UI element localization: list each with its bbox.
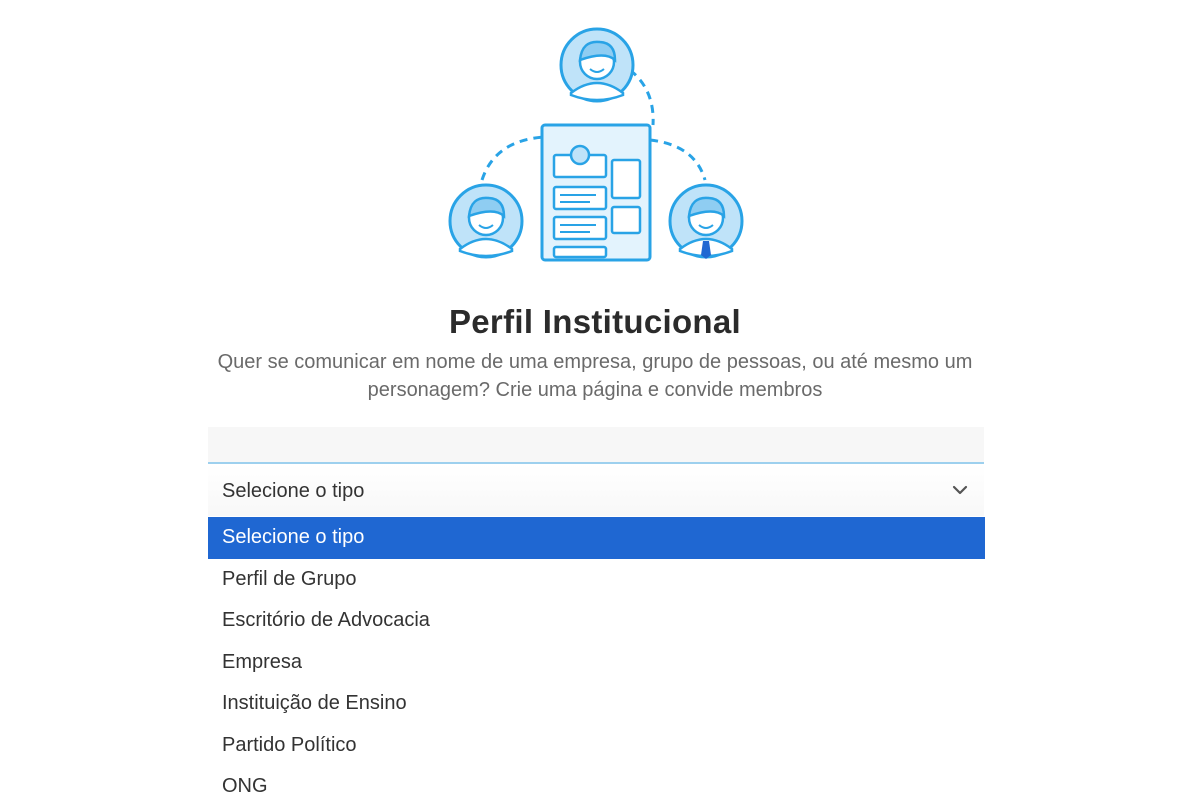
option-escritorio-de-advocacia[interactable]: Escritório de Advocacia	[208, 600, 985, 642]
option-empresa[interactable]: Empresa	[208, 642, 985, 684]
page-description: Quer se comunicar em nome de uma empresa…	[217, 351, 973, 401]
page: Perfil Institucional Quer se comunicar e…	[0, 0, 1200, 800]
chevron-down-icon	[952, 485, 968, 495]
institutional-profile-illustration	[448, 27, 744, 262]
option-instituicao-de-ensino[interactable]: Instituição de Ensino	[208, 683, 985, 725]
text-input-area[interactable]	[208, 427, 984, 463]
option-partido-politico[interactable]: Partido Político	[208, 725, 985, 767]
page-title: Perfil Institucional	[448, 303, 742, 340]
option-selecione-o-tipo[interactable]: Selecione o tipo	[208, 517, 985, 559]
option-ong[interactable]: ONG	[208, 766, 985, 800]
select-current-value: Selecione o tipo	[222, 480, 365, 502]
type-options-list: Selecione o tipo Perfil de Grupo Escritó…	[208, 517, 985, 800]
type-select[interactable]: Selecione o tipo	[208, 464, 984, 516]
option-perfil-de-grupo[interactable]: Perfil de Grupo	[208, 559, 985, 601]
